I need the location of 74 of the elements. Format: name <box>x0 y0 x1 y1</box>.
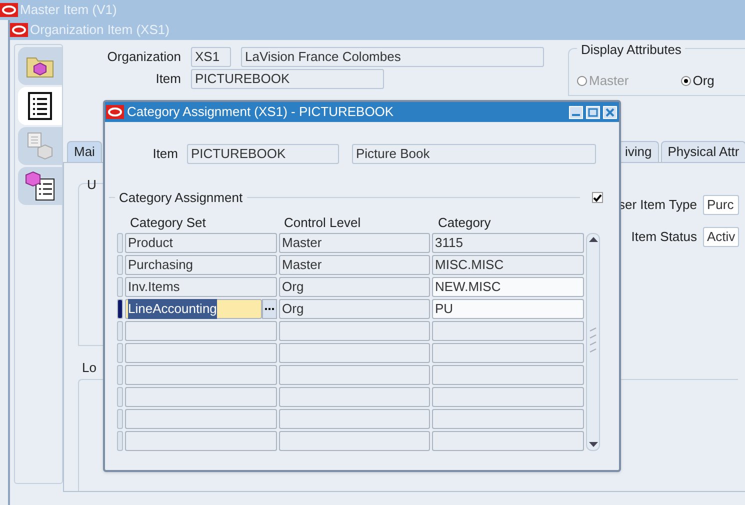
tab[interactable]: Physical Attr <box>660 141 745 162</box>
sidebar-button[interactable] <box>18 167 62 205</box>
cube-list-icon <box>24 170 56 202</box>
list-icon <box>28 92 52 120</box>
table-cell[interactable] <box>279 409 430 429</box>
table-cell[interactable] <box>279 343 430 363</box>
table-cell[interactable] <box>279 431 430 451</box>
minimize-icon[interactable] <box>569 106 583 118</box>
organization-name-field[interactable]: LaVision France Colombes <box>241 47 544 67</box>
field-label: Item Status <box>630 228 698 246</box>
table-cell[interactable] <box>432 321 584 341</box>
table-cell[interactable]: Inv.Items <box>125 277 277 297</box>
group-title: Lo <box>82 358 96 377</box>
table-cell[interactable]: LineAccounting <box>125 299 262 319</box>
list-of-values-button[interactable] <box>262 299 277 319</box>
oracle-logo-icon <box>10 23 28 37</box>
table-cell[interactable] <box>125 387 277 407</box>
oracle-logo-icon <box>0 3 18 17</box>
organization-code-field[interactable]: XS1 <box>191 47 231 67</box>
field[interactable]: Purc <box>703 195 739 215</box>
scroll-up-icon[interactable] <box>588 237 598 242</box>
table-cell[interactable] <box>125 409 277 429</box>
table-cell[interactable]: MISC.MISC <box>432 255 584 275</box>
table-cell[interactable] <box>432 409 584 429</box>
table-cell[interactable]: Org <box>279 299 430 319</box>
dialog-title: Category Assignment (XS1) - PICTUREBOOK <box>127 103 395 122</box>
item-field[interactable]: PICTUREBOOK <box>191 69 384 89</box>
window-title: Organization Item (XS1) <box>30 21 170 40</box>
oracle-logo-icon <box>106 105 124 119</box>
field-label: Organization <box>106 48 182 66</box>
column-header: Category <box>437 214 492 232</box>
table-cell[interactable] <box>125 343 277 363</box>
table-cell[interactable]: Master <box>279 255 430 275</box>
table-cell[interactable]: PU <box>432 299 584 319</box>
scroll-down-icon[interactable] <box>588 442 598 447</box>
checkbox[interactable] <box>592 192 603 204</box>
section-title: Category Assignment <box>118 189 244 207</box>
field-label: Item <box>152 145 179 164</box>
sidebar-button[interactable] <box>18 87 62 125</box>
column-header: Category Set <box>129 214 207 232</box>
table-cell[interactable] <box>279 365 430 385</box>
table-cell[interactable]: Master <box>279 233 430 253</box>
table-cell[interactable]: NEW.MISC <box>432 277 584 297</box>
window-title: Master Item (V1) <box>20 1 117 20</box>
item-field[interactable]: PICTUREBOOK <box>187 144 339 164</box>
description-field[interactable]: Picture Book <box>352 144 596 164</box>
close-icon[interactable] <box>603 106 617 118</box>
table-cell[interactable]: 3115 <box>432 233 584 253</box>
table-cell[interactable] <box>125 365 277 385</box>
radio-button[interactable] <box>680 76 691 86</box>
table-cell[interactable] <box>125 321 277 341</box>
tab[interactable]: Mai <box>67 141 102 162</box>
scrollbar[interactable] <box>586 233 600 451</box>
table-cell[interactable] <box>432 365 584 385</box>
table-cell[interactable] <box>432 343 584 363</box>
group-title: U <box>87 176 96 194</box>
column-header: Control Level <box>283 214 362 232</box>
radio-label: Master <box>589 72 629 90</box>
table-cell[interactable] <box>432 387 584 407</box>
field[interactable]: Activ <box>703 227 739 247</box>
table-cell[interactable] <box>279 321 430 341</box>
selected-text: LineAccounting <box>128 299 217 319</box>
table-cell[interactable]: Purchasing <box>125 255 277 275</box>
table-cell[interactable]: Product <box>125 233 277 253</box>
table-cell[interactable]: Org <box>279 277 430 297</box>
table-cell[interactable] <box>279 387 430 407</box>
table-cell[interactable] <box>125 431 277 451</box>
row-indicator[interactable] <box>117 299 123 319</box>
radio-label: Org <box>692 72 714 90</box>
field-label: Item <box>154 70 182 88</box>
document-cube-icon <box>25 131 55 161</box>
maximize-icon[interactable] <box>586 106 600 118</box>
table-cell[interactable] <box>432 431 584 451</box>
ellipsis-icon <box>265 308 274 310</box>
